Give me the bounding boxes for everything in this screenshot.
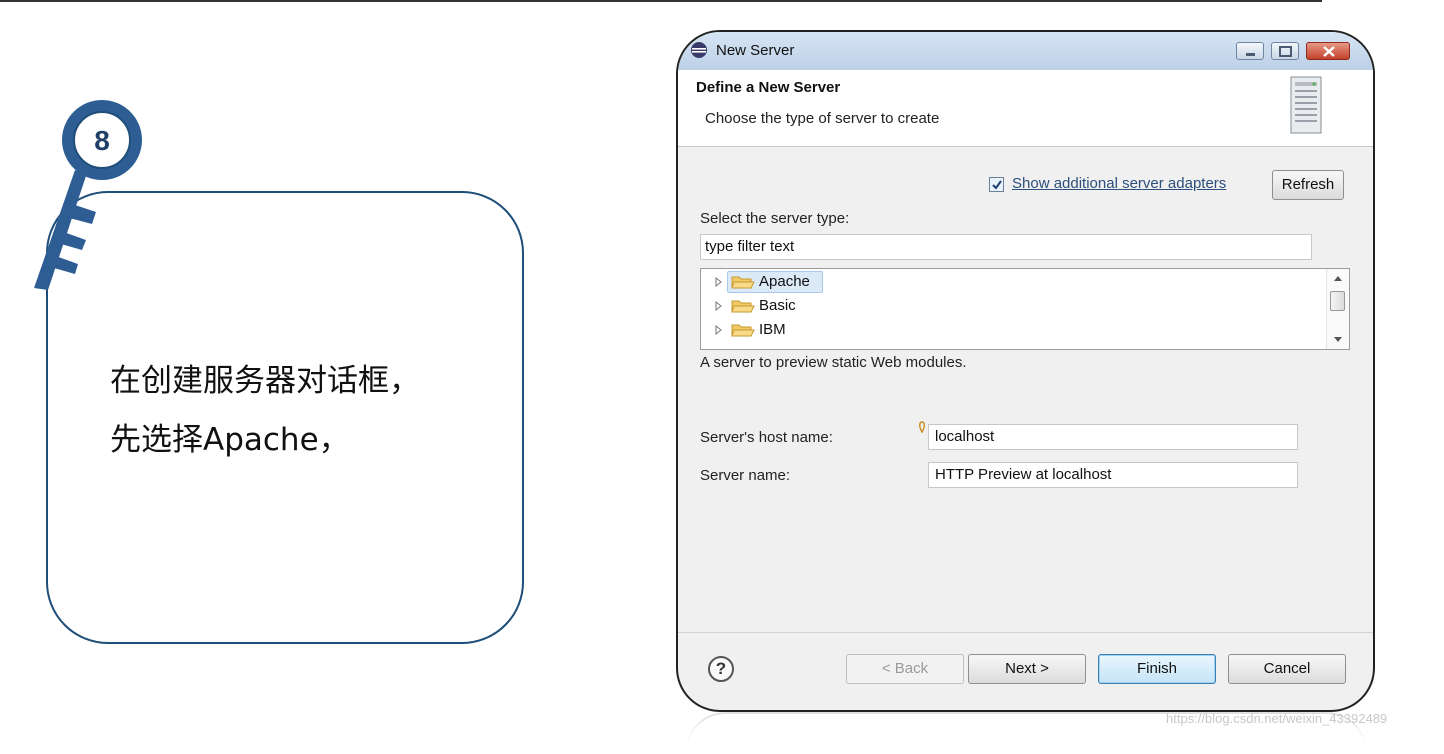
back-button[interactable]: < Back — [846, 654, 964, 684]
minimize-button[interactable] — [1236, 42, 1264, 60]
folder-icon — [731, 300, 755, 313]
minimize-icon — [1246, 53, 1255, 56]
checkmark-icon — [992, 180, 1002, 190]
expand-arrow-icon[interactable] — [715, 301, 723, 311]
expand-arrow-icon[interactable] — [715, 325, 723, 335]
folder-icon — [731, 276, 755, 289]
help-icon[interactable]: ? — [708, 656, 734, 682]
folder-icon — [731, 324, 755, 337]
tree-item-label: IBM — [759, 321, 786, 338]
eclipse-icon — [691, 42, 707, 58]
footer-separator — [678, 632, 1373, 633]
host-name-label: Server's host name: — [700, 429, 833, 446]
content-assist-icon — [919, 421, 925, 433]
refresh-button[interactable]: Refresh — [1272, 170, 1344, 200]
key-icon: 8 — [34, 100, 142, 290]
window-title: New Server — [716, 42, 795, 59]
host-name-input[interactable]: localhost — [928, 424, 1298, 450]
select-type-label: Select the server type: — [700, 210, 850, 227]
tree-scrollbar[interactable] — [1326, 269, 1349, 349]
maximize-icon — [1279, 46, 1292, 57]
new-server-dialog: New Server Define a New Server Choose th… — [676, 30, 1375, 712]
maximize-button[interactable] — [1271, 42, 1299, 60]
server-name-input[interactable]: HTTP Preview at localhost — [928, 462, 1298, 488]
tree-item-label: Apache — [759, 273, 810, 290]
server-type-tree[interactable]: Apache Basic IBM — [700, 268, 1350, 350]
next-button[interactable]: Next > — [968, 654, 1086, 684]
top-rule — [0, 0, 1322, 2]
show-adapters-link[interactable]: Show additional server adapters — [1012, 175, 1226, 192]
cancel-button[interactable]: Cancel — [1228, 654, 1346, 684]
title-bar: New Server — [678, 32, 1373, 71]
step-number: 8 — [94, 125, 110, 156]
server-description: A server to preview static Web modules. — [700, 354, 967, 371]
scrollbar-thumb[interactable] — [1330, 291, 1345, 311]
tree-item-label: Basic — [759, 297, 796, 314]
wizard-title: Define a New Server — [696, 79, 841, 96]
close-button[interactable] — [1306, 42, 1350, 60]
show-adapters-checkbox[interactable] — [989, 177, 1004, 192]
close-icon — [1323, 46, 1335, 57]
finish-button[interactable]: Finish — [1098, 654, 1216, 684]
wizard-header: Define a New Server Choose the type of s… — [678, 70, 1373, 147]
expand-arrow-icon[interactable] — [715, 277, 723, 287]
wizard-description: Choose the type of server to create — [705, 110, 940, 127]
server-banner-icon — [1290, 76, 1322, 134]
step-instruction: 在创建服务器对话框， 先选择Apache， — [110, 363, 420, 458]
watermark: https://blog.csdn.net/weixin_43392489 — [1166, 711, 1388, 726]
server-name-label: Server name: — [700, 467, 791, 484]
filter-input[interactable]: type filter text — [700, 234, 1312, 260]
